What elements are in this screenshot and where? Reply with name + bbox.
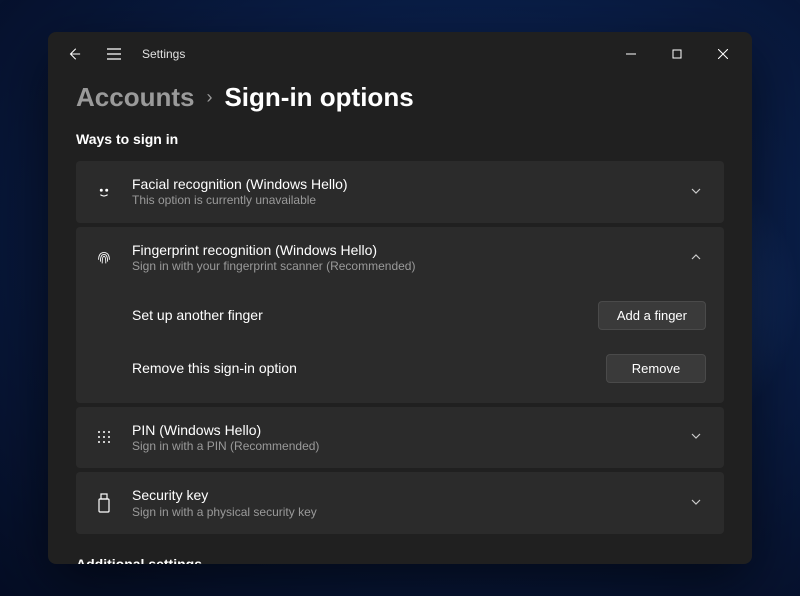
section-header-ways: Ways to sign in — [76, 131, 724, 147]
setup-finger-label: Set up another finger — [132, 307, 263, 323]
chevron-right-icon: › — [206, 87, 212, 108]
maximize-button[interactable] — [654, 38, 700, 70]
breadcrumb-parent[interactable]: Accounts — [76, 82, 194, 113]
breadcrumb: Accounts › Sign-in options — [76, 82, 724, 113]
titlebar: Settings — [48, 32, 752, 76]
option-subtitle: This option is currently unavailable — [132, 193, 672, 209]
breadcrumb-current: Sign-in options — [224, 82, 413, 113]
add-finger-button[interactable]: Add a finger — [598, 301, 706, 330]
option-title: Fingerprint recognition (Windows Hello) — [132, 241, 672, 259]
section-header-additional: Additional settings — [76, 556, 724, 564]
usb-key-icon — [94, 493, 114, 513]
fingerprint-expanded: Set up another finger Add a finger Remov… — [76, 289, 724, 403]
option-pin: PIN (Windows Hello) Sign in with a PIN (… — [76, 407, 724, 469]
option-fingerprint: Fingerprint recognition (Windows Hello) … — [76, 227, 724, 403]
option-security-key: Security key Sign in with a physical sec… — [76, 472, 724, 534]
minimize-button[interactable] — [608, 38, 654, 70]
setup-finger-row: Set up another finger Add a finger — [132, 289, 706, 342]
option-subtitle: Sign in with a physical security key — [132, 505, 672, 521]
option-row-security-key[interactable]: Security key Sign in with a physical sec… — [76, 472, 724, 534]
chevron-down-icon — [690, 495, 706, 511]
option-facial-recognition: Facial recognition (Windows Hello) This … — [76, 161, 724, 223]
remove-option-row: Remove this sign-in option Remove — [132, 342, 706, 395]
keypad-icon — [94, 427, 114, 447]
option-subtitle: Sign in with a PIN (Recommended) — [132, 439, 672, 455]
remove-option-label: Remove this sign-in option — [132, 360, 297, 376]
back-button[interactable] — [62, 42, 86, 66]
remove-button[interactable]: Remove — [606, 354, 706, 383]
face-icon — [94, 182, 114, 202]
option-row-fingerprint[interactable]: Fingerprint recognition (Windows Hello) … — [76, 227, 724, 289]
chevron-down-icon — [690, 184, 706, 200]
option-title: PIN (Windows Hello) — [132, 421, 672, 439]
settings-window: Settings Accounts › Sign-in options Ways… — [48, 32, 752, 564]
fingerprint-icon — [94, 248, 114, 268]
option-title: Security key — [132, 486, 672, 504]
window-title: Settings — [142, 47, 185, 61]
chevron-down-icon — [690, 429, 706, 445]
close-button[interactable] — [700, 38, 746, 70]
nav-menu-button[interactable] — [102, 42, 126, 66]
option-row-pin[interactable]: PIN (Windows Hello) Sign in with a PIN (… — [76, 407, 724, 469]
option-subtitle: Sign in with your fingerprint scanner (R… — [132, 259, 672, 275]
content-area: Accounts › Sign-in options Ways to sign … — [48, 76, 752, 564]
option-row-facial[interactable]: Facial recognition (Windows Hello) This … — [76, 161, 724, 223]
option-title: Facial recognition (Windows Hello) — [132, 175, 672, 193]
chevron-up-icon — [690, 250, 706, 266]
